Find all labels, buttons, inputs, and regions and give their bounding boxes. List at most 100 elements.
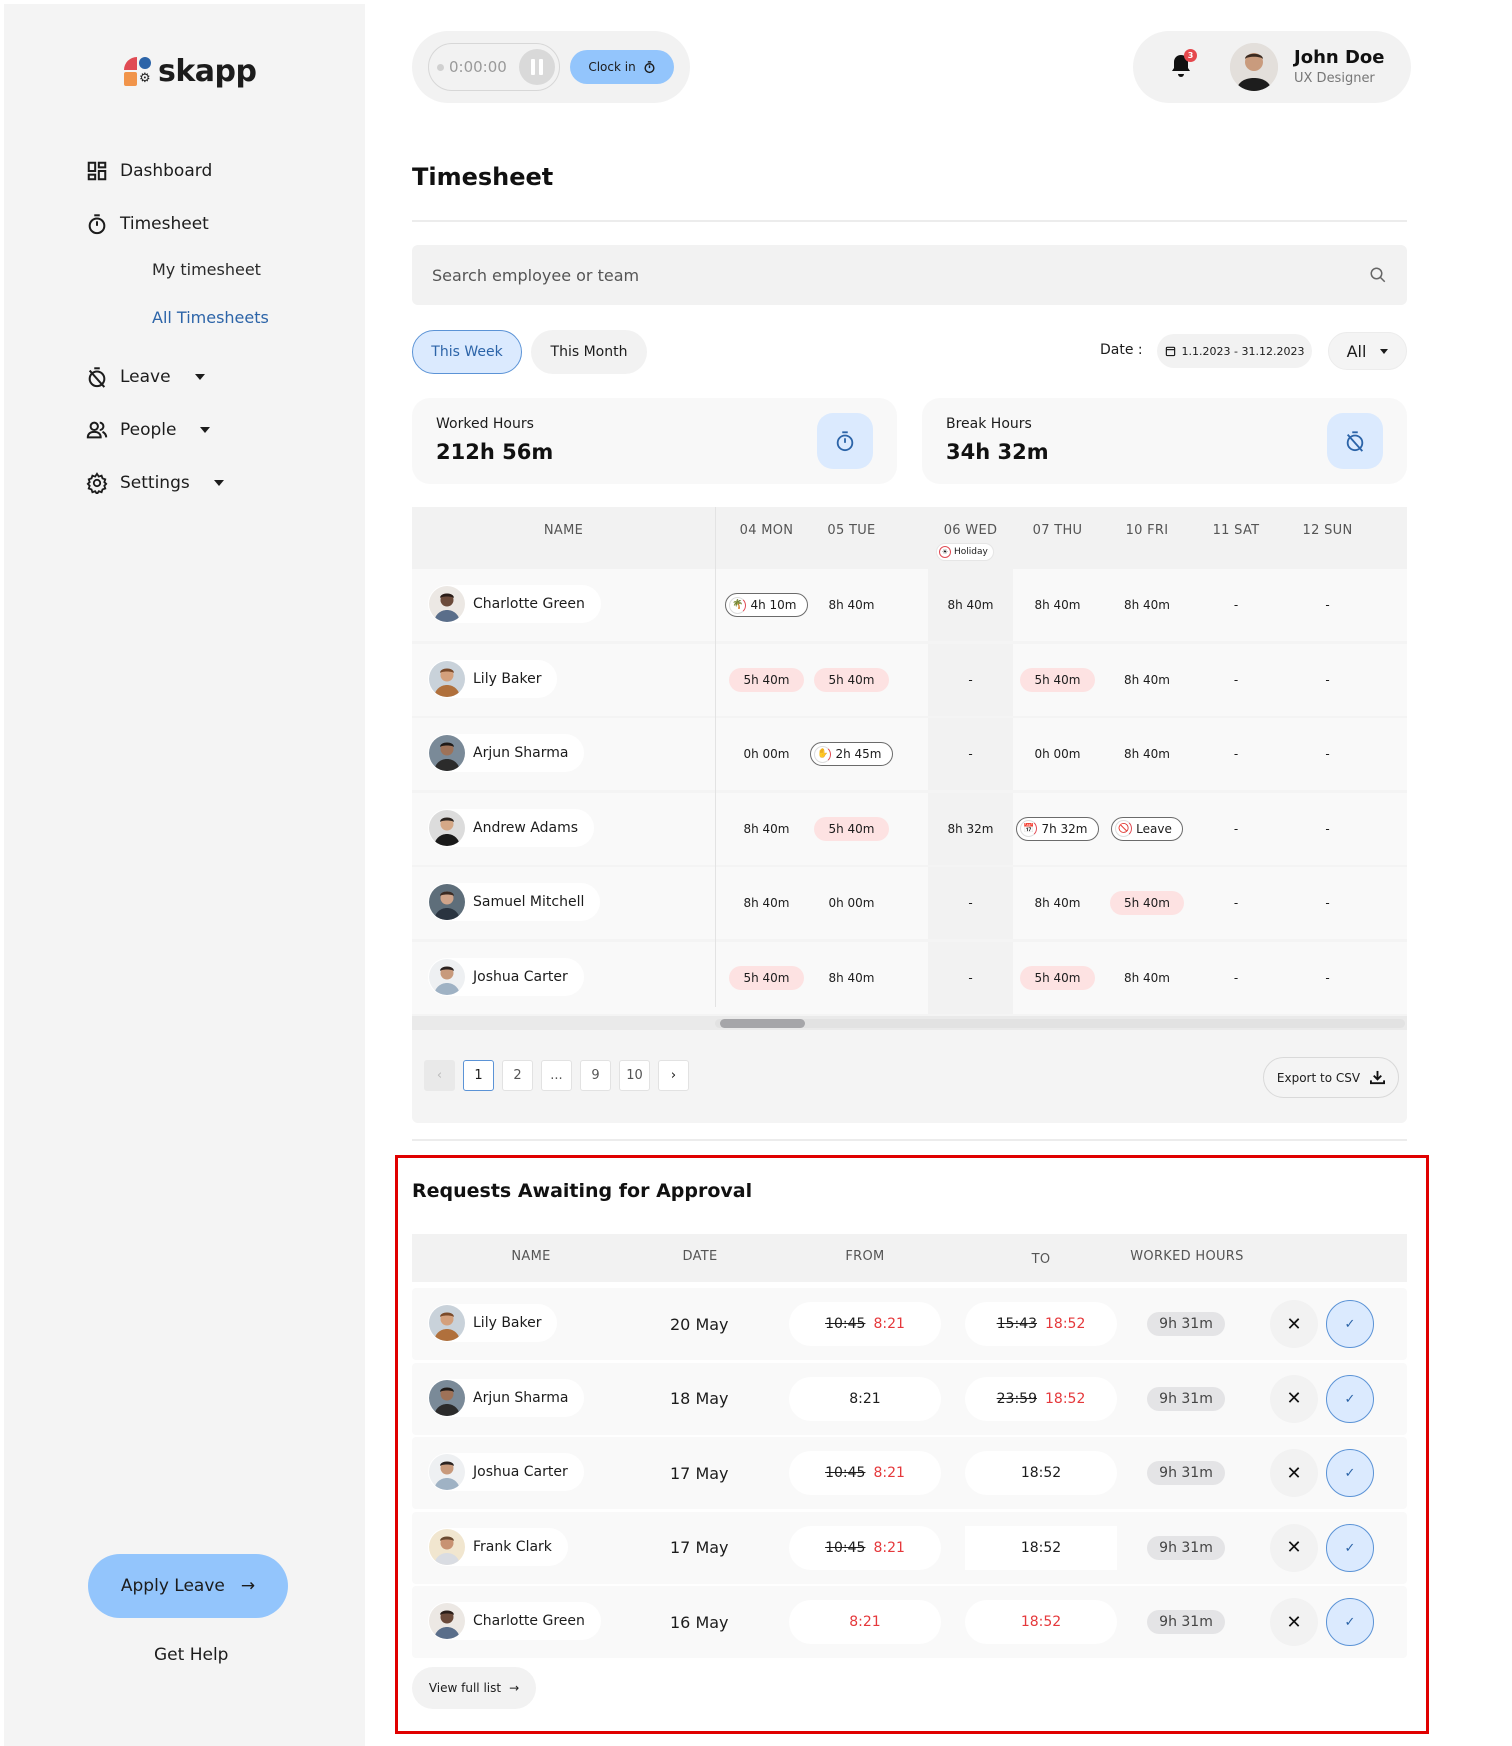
stat-icon-box	[1327, 413, 1383, 469]
avatar	[429, 1454, 465, 1490]
day-cell: 5h 40m	[724, 942, 809, 1014]
sidebar-item-timesheet[interactable]: Timesheet	[86, 209, 209, 239]
employee-chip[interactable]: Andrew Adams	[428, 808, 595, 847]
short-hours-pill[interactable]: 5h 40m	[729, 667, 804, 692]
filter-select[interactable]: All	[1328, 332, 1407, 370]
day-cell: 5h 40m	[809, 793, 894, 865]
timer-value: 0:00:00	[449, 58, 507, 76]
view-full-list-button[interactable]: View full list →	[412, 1667, 536, 1709]
employee-name: Frank Clark	[473, 1538, 552, 1555]
date-range-picker[interactable]: 1.1.2023 - 31.12.2023	[1157, 334, 1312, 368]
get-help-link[interactable]: Get Help	[154, 1645, 228, 1665]
page-button[interactable]: 2	[502, 1060, 533, 1091]
short-hours-pill[interactable]: 5h 40m	[814, 816, 889, 841]
request-row: Charlotte Green 16 May 8:21 18:52 9h 31m ✕ ✓	[412, 1586, 1407, 1658]
tab-this-month[interactable]: This Month	[531, 330, 647, 374]
from-time-field[interactable]: 10:45 8:21	[789, 1451, 941, 1495]
search-icon[interactable]	[1369, 266, 1387, 284]
tab-this-week[interactable]: This Week	[412, 330, 522, 374]
employee-chip[interactable]: Arjun Sharma	[428, 1378, 585, 1417]
sidebar-item-people[interactable]: People	[86, 415, 211, 445]
sidebar-item-settings[interactable]: Settings	[86, 468, 224, 498]
short-hours-pill[interactable]: 5h 40m	[1109, 891, 1184, 915]
clock-in-button[interactable]: Clock in	[570, 50, 674, 84]
request-date: 20 May	[670, 1314, 729, 1334]
approve-button[interactable]: ✓	[1326, 1449, 1374, 1497]
sidebar-subitem-all-timesheets[interactable]: All Timesheets	[152, 308, 269, 327]
short-hours-pill[interactable]: 5h 40m	[1020, 667, 1095, 692]
from-time-field[interactable]: 8:21	[789, 1376, 941, 1421]
approve-button[interactable]: ✓	[1326, 1300, 1374, 1348]
hours-status-pill[interactable]: 🚫 Leave	[1111, 816, 1183, 841]
stat-label: Worked Hours	[436, 416, 534, 432]
sick-icon: ✋	[814, 745, 832, 763]
day-cell: ✋ 2h 45m	[809, 718, 894, 790]
to-time-field[interactable]: 18:52	[965, 1525, 1117, 1570]
from-time-field[interactable]: 8:21	[789, 1600, 941, 1644]
reject-button[interactable]: ✕	[1270, 1598, 1318, 1646]
column-header-day: 06 WED	[943, 523, 998, 538]
short-hours-pill[interactable]: 5h 40m	[1020, 965, 1095, 990]
request-row: Arjun Sharma 18 May 8:21 23:59 18:52 9h 31m ✕ ✓	[412, 1362, 1407, 1435]
request-date: 17 May	[670, 1538, 729, 1557]
search-input[interactable]	[432, 265, 1369, 285]
prev-page-button[interactable]: ‹	[424, 1060, 455, 1091]
reject-button[interactable]: ✕	[1270, 1523, 1318, 1572]
day-cell: -	[928, 644, 1013, 716]
employee-chip[interactable]: Charlotte Green	[428, 1602, 601, 1640]
reject-button[interactable]: ✕	[1270, 1449, 1318, 1497]
export-csv-button[interactable]: Export to CSV	[1263, 1057, 1399, 1098]
column-header-day: 07 THU	[1032, 523, 1083, 538]
from-time-field[interactable]: 10:45 8:21	[789, 1302, 941, 1346]
column-header-from: FROM	[845, 1249, 885, 1264]
hours-status-pill[interactable]: ✋ 2h 45m	[810, 742, 893, 766]
day-cell: 8h 40m	[1102, 569, 1192, 641]
column-header-worked-hours: WORKED HOURS	[1130, 1249, 1244, 1264]
page-button[interactable]: 10	[619, 1060, 650, 1091]
sidebar-subitem-my-timesheet[interactable]: My timesheet	[152, 260, 261, 279]
short-hours-pill[interactable]: 5h 40m	[729, 965, 804, 990]
page-button[interactable]: 1	[463, 1060, 494, 1091]
hours-value: 5h 40m	[828, 821, 875, 836]
employee-chip[interactable]: Arjun Sharma	[428, 734, 585, 772]
scrollbar-thumb[interactable]	[720, 1019, 805, 1028]
employee-chip[interactable]: Joshua Carter	[428, 1453, 584, 1491]
employee-chip[interactable]: Lily Baker	[428, 1304, 558, 1342]
day-cell: -	[928, 867, 1013, 939]
calendar-icon: 📅	[1020, 820, 1038, 837]
employee-chip[interactable]: Frank Clark	[428, 1527, 568, 1566]
approve-button[interactable]: ✓	[1326, 1523, 1374, 1572]
employee-chip[interactable]: Charlotte Green	[428, 585, 601, 623]
to-time-field[interactable]: 18:52	[965, 1451, 1117, 1495]
notification-button[interactable]: 3	[1169, 49, 1197, 81]
view-full-list-label: View full list	[428, 1681, 502, 1695]
employee-chip[interactable]: Samuel Mitchell	[428, 883, 601, 921]
to-time-field[interactable]: 18:52	[965, 1600, 1117, 1644]
page-button[interactable]: 9	[580, 1060, 611, 1091]
to-time-field[interactable]: 15:43 18:52	[965, 1302, 1117, 1346]
employee-chip[interactable]: Joshua Carter	[428, 957, 584, 996]
hours-status-pill[interactable]: 📅 7h 32m	[1016, 816, 1099, 841]
reject-button[interactable]: ✕	[1270, 1300, 1318, 1348]
from-time-field[interactable]: 10:45 8:21	[789, 1525, 941, 1570]
short-hours-pill[interactable]: 5h 40m	[814, 667, 889, 692]
avatar	[429, 1603, 465, 1639]
sidebar-item-dashboard[interactable]: Dashboard	[86, 156, 212, 186]
apply-leave-button[interactable]: Apply Leave →	[88, 1554, 288, 1618]
sidebar-item-leave[interactable]: Leave	[86, 362, 205, 392]
employee-chip[interactable]: Lily Baker	[428, 659, 558, 698]
to-time-field[interactable]: 23:59 18:52	[965, 1376, 1117, 1421]
avatar	[429, 1528, 465, 1565]
column-header-day: 10 FRI	[1125, 523, 1169, 538]
horizontal-scrollbar[interactable]	[412, 1016, 1407, 1030]
page-button[interactable]: ...	[541, 1060, 572, 1091]
date-range-value: 1.1.2023 - 31.12.2023	[1181, 344, 1305, 358]
logo[interactable]: ⚙ skapp	[124, 54, 257, 89]
approve-button[interactable]: ✓	[1326, 1374, 1374, 1423]
approve-button[interactable]: ✓	[1326, 1598, 1374, 1646]
next-page-button[interactable]: ›	[658, 1060, 689, 1091]
pause-button[interactable]	[519, 49, 555, 85]
avatar[interactable]	[1230, 43, 1278, 91]
reject-button[interactable]: ✕	[1270, 1374, 1318, 1423]
hours-status-pill[interactable]: 🌴 4h 10m	[725, 593, 808, 617]
